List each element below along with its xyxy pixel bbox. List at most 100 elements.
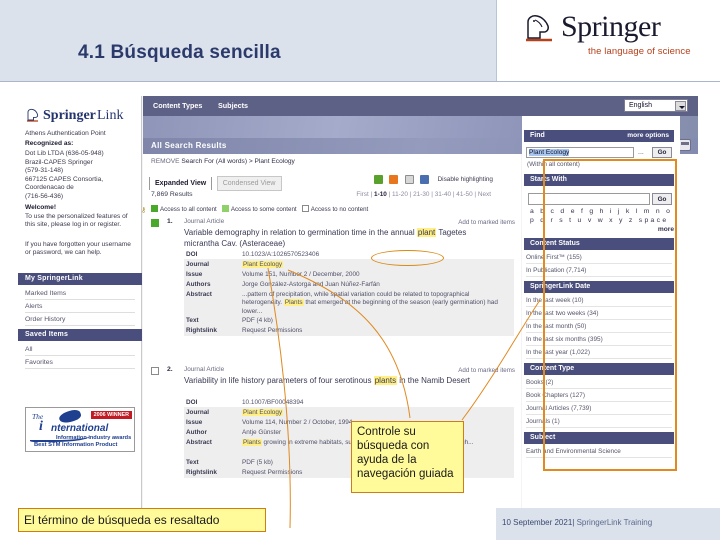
result-access-checkbox[interactable]	[151, 367, 159, 375]
row-label: Abstract	[186, 439, 212, 446]
main-content: Content Types Subjects English All Searc…	[141, 96, 698, 508]
sidebar-item-alerts[interactable]: Alerts	[25, 300, 135, 313]
springer-tagline: the language of science	[588, 46, 691, 57]
search-go-button[interactable]: Go	[652, 147, 672, 158]
search-term-highlight: plant	[416, 228, 437, 237]
table-row: DOI 10.1007/BF00048394	[184, 398, 514, 408]
footer-text: 10 September 2021| SpringerLink Training	[502, 518, 652, 527]
result-access-checkbox[interactable]	[151, 219, 159, 227]
pager-first[interactable]: First	[356, 191, 368, 198]
refine-remove-link[interactable]: REMOVE	[151, 158, 180, 165]
springer-wordmark: Springer	[561, 10, 661, 43]
starts-with-go-button[interactable]: Go	[652, 193, 672, 205]
row-label: Rightslink	[186, 469, 217, 476]
institution-line: Brazil-CAPES Springer	[25, 159, 93, 166]
tab-condensed-view[interactable]: Condensed View	[216, 176, 282, 191]
row-value-abstract: ...pattern of precipitation, while spati…	[242, 291, 498, 315]
more-options-link[interactable]: more options	[627, 132, 669, 139]
sidebar-item-all[interactable]: All	[25, 343, 135, 356]
facet-last-two-weeks[interactable]: In the last two weeks (34)	[526, 308, 672, 320]
section-my-springerlink: My SpringerLink	[18, 273, 142, 285]
row-value[interactable]: PDF (5 kb)	[242, 459, 273, 466]
award-i-letter: i	[39, 419, 43, 434]
starts-with-input[interactable]	[528, 193, 650, 205]
institution-line: (579-31-148)	[25, 167, 64, 174]
journal-highlight-ellipse-annotation	[371, 250, 444, 266]
email-icon[interactable]	[404, 175, 414, 185]
sidebar-item-order-history[interactable]: Order History	[25, 313, 135, 326]
rss-icon[interactable]	[389, 175, 399, 185]
row-value[interactable]: Request Permissions	[242, 327, 302, 334]
facet-last-year[interactable]: In the last year (1,022)	[526, 347, 672, 359]
facet-last-week[interactable]: In the last week (10)	[526, 295, 672, 307]
row-label: Text	[186, 459, 199, 466]
pager-page-5[interactable]: 41-50	[456, 191, 472, 198]
pager-page-3[interactable]: 21-30	[413, 191, 429, 198]
table-row: Abstract ...pattern of precipitation, wh…	[184, 290, 514, 316]
access-legend: Access to all content Access to some con…	[151, 205, 368, 213]
nav-subjects[interactable]: Subjects	[218, 101, 248, 110]
row-label: DOI	[186, 399, 198, 406]
row-value[interactable]: PDF (4 kb)	[242, 317, 273, 324]
facet-books[interactable]: Books (2)	[526, 377, 672, 389]
panel-content-status-title: Content Status	[530, 240, 580, 247]
table-row: Text PDF (4 kb)	[184, 316, 514, 326]
tab-expanded-view[interactable]: Expanded View	[149, 177, 213, 190]
search-input[interactable]: Plant Ecology	[526, 147, 634, 158]
row-value-journal[interactable]: Plant Ecology	[242, 409, 284, 416]
pager-page-1[interactable]: 1-10	[374, 191, 387, 198]
facet-earth-environmental-science[interactable]: Earth and Environmental Science	[526, 446, 672, 458]
save-icon[interactable]	[420, 175, 430, 185]
nav-content-types[interactable]: Content Types	[153, 101, 202, 110]
row-value[interactable]: Request Permissions	[242, 469, 302, 476]
alphabet-row-2[interactable]: p q r s t u v w x y z space	[530, 217, 668, 224]
result-type: Journal Article	[184, 366, 225, 373]
row-label: Author	[186, 429, 207, 436]
panel-springerlink-date-title: SpringerLink Date	[530, 283, 591, 290]
panel-content-type-title: Content Type	[530, 365, 575, 372]
chevron-down-icon	[675, 101, 686, 111]
facet-in-publication[interactable]: In Publication (7,714)	[526, 265, 672, 277]
export-icon[interactable]	[373, 175, 383, 185]
welcome-label: Welcome!	[25, 204, 57, 211]
add-to-marked-items-link[interactable]: Add to marked items	[458, 367, 515, 374]
result-title[interactable]: Variability in life history parameters o…	[184, 375, 484, 386]
result-title[interactable]: Variable demography in relation to germi…	[184, 227, 484, 249]
language-selector[interactable]: English	[624, 99, 688, 112]
alphabet-more-link[interactable]: more	[658, 226, 674, 233]
row-value-journal[interactable]: Plant Ecology	[242, 261, 284, 268]
pager-page-2[interactable]: 11-20	[392, 191, 408, 198]
search-ellipsis-button[interactable]: ...	[638, 149, 644, 156]
callout-guided-navigation: Controle su búsqueda con ayuda de la nav…	[351, 421, 464, 493]
search-term-highlight: Plants	[283, 299, 304, 307]
award-name: nternational	[51, 423, 109, 434]
table-row: Issue Volume 114, Number 2 / October, 19…	[184, 418, 514, 428]
sidebar-item-marked-items[interactable]: Marked Items	[25, 287, 135, 300]
view-tabs: Expanded View Condensed View	[149, 172, 282, 191]
facet-book-chapters[interactable]: Book Chapters (127)	[526, 390, 672, 402]
header-divider	[0, 81, 720, 85]
panel-subject-header: Subject	[524, 432, 674, 444]
disable-highlighting-link[interactable]: Disable highlighting	[438, 176, 493, 183]
pager-page-4[interactable]: 31-40	[435, 191, 451, 198]
alphabet-row-1[interactable]: a b c d e f g h i j k l m n o	[530, 208, 672, 215]
facet-last-six-months[interactable]: In the last six months (395)	[526, 334, 672, 346]
refine-query-text: Search For (All words) > Plant Ecology	[181, 158, 295, 165]
facet-online-first[interactable]: Online First™ (155)	[526, 252, 672, 264]
facet-journals[interactable]: Journals (1)	[526, 416, 672, 428]
row-label: Rightslink	[186, 327, 217, 334]
sidebar-item-favorites[interactable]: Favorites	[25, 356, 135, 369]
search-input-value: Plant Ecology	[529, 149, 570, 156]
panel-find-header: Find more options	[524, 130, 674, 142]
table-row: Text PDF (5 kb)	[184, 458, 514, 468]
add-to-marked-items-link[interactable]: Add to marked items	[458, 219, 515, 226]
springerlink-logo[interactable]: Springer Link	[25, 108, 137, 126]
springerlink-knight-icon	[27, 108, 39, 122]
facet-journal-articles[interactable]: Journal Articles (7,739)	[526, 403, 672, 415]
row-value: Jorge González-Astorga and Juan Núñez-Fa…	[242, 281, 380, 288]
access-all-swatch	[151, 205, 158, 212]
pager-next[interactable]: Next	[478, 191, 491, 198]
slide-header: 4.1 Búsqueda sencilla Springer the langu…	[0, 0, 720, 81]
facet-last-month[interactable]: In the last month (50)	[526, 321, 672, 333]
footer-separator: |	[572, 518, 575, 527]
